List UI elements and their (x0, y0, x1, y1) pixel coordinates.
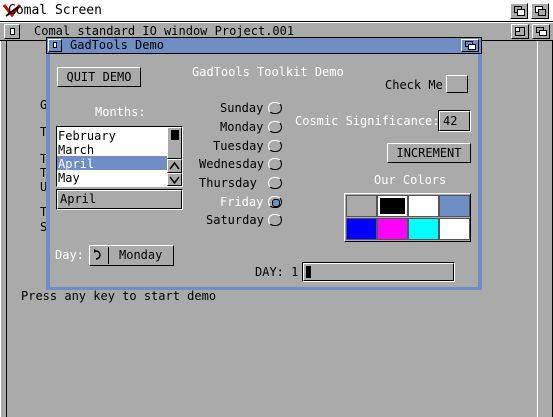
screen-depth-back-button[interactable] (510, 3, 528, 19)
list-item[interactable]: March (58, 143, 94, 157)
color-swatch[interactable] (439, 218, 470, 240)
weekday-label-saturday: Saturday (206, 213, 264, 227)
color-swatch[interactable] (346, 218, 377, 240)
radio-tuesday[interactable] (268, 140, 282, 152)
screen-depth-front-button[interactable] (531, 3, 549, 19)
check-me-label: Check Me (385, 78, 443, 92)
check-me-checkbox[interactable] (446, 75, 468, 93)
our-colors-label: Our Colors (374, 173, 447, 187)
radio-wednesday[interactable] (268, 158, 282, 170)
color-swatch[interactable] (408, 218, 439, 240)
scroll-up-arrow-icon[interactable] (167, 159, 182, 173)
color-swatch[interactable] (377, 195, 408, 217)
color-swatch[interactable] (377, 218, 408, 240)
weekday-label-sunday: Sunday (220, 101, 264, 115)
cycle-divider (108, 247, 109, 264)
quit-demo-button[interactable]: QUIT DEMO (57, 67, 141, 87)
months-scrollbar-knob[interactable] (171, 130, 179, 140)
list-item[interactable]: May (58, 171, 80, 185)
radio-friday[interactable] (268, 196, 282, 208)
radio-thursday[interactable] (268, 177, 282, 189)
weekday-label-friday: Friday (220, 195, 264, 209)
weekday-label-monday: Monday (220, 120, 264, 134)
screen-title: Comal Screen (8, 3, 102, 18)
increment-button[interactable]: INCREMENT (387, 143, 471, 163)
cosmic-significance-label: Cosmic Significance: (295, 114, 440, 128)
weekday-label-wednesday: Wednesday (199, 157, 265, 171)
day-cycle-value: Monday (119, 248, 163, 262)
month-field[interactable]: April (60, 192, 96, 206)
io-window-depth-button[interactable] (532, 24, 550, 39)
io-window-close-button[interactable] (4, 24, 20, 39)
day-slider-label: DAY: 1 (255, 265, 299, 279)
list-item[interactable]: February (58, 129, 116, 143)
io-window-left-border (0, 41, 7, 417)
demo-window-bottom-border (46, 287, 482, 290)
demo-window-title: GadTools Demo (70, 38, 164, 52)
radio-monday[interactable] (268, 121, 282, 133)
radio-sunday[interactable] (268, 102, 282, 114)
list-item-selected[interactable]: April (58, 157, 94, 171)
day-label: Day: (55, 248, 84, 262)
color-swatch[interactable] (408, 195, 439, 217)
cycle-icon (94, 249, 101, 260)
demo-window-close-button[interactable] (48, 39, 62, 52)
io-window-right-border (537, 41, 553, 417)
weekday-label-tuesday: Tuesday (213, 139, 264, 153)
color-swatch[interactable] (439, 195, 470, 217)
start-demo-prompt: Press any key to start demo (21, 289, 217, 303)
scroll-down-arrow-icon[interactable] (167, 173, 182, 186)
demo-heading: GadTools Toolkit Demo (192, 65, 344, 79)
radio-saturday[interactable] (268, 214, 282, 226)
months-label: Months: (95, 105, 146, 119)
weekday-label-thursday: Thursday (199, 176, 257, 190)
color-palette-grid (346, 195, 470, 241)
demo-window-right-border (478, 54, 482, 290)
demo-window-left-border (46, 54, 50, 290)
io-window-title: Comal standard IO window Project.001 (34, 24, 295, 38)
day-slider-knob[interactable] (306, 266, 311, 278)
color-swatch[interactable] (346, 195, 377, 217)
io-window-zoom-button[interactable] (511, 24, 529, 39)
cosmic-value-field[interactable]: 42 (443, 114, 457, 128)
demo-window-depth-button[interactable] (461, 39, 479, 52)
day-slider[interactable] (302, 262, 455, 282)
